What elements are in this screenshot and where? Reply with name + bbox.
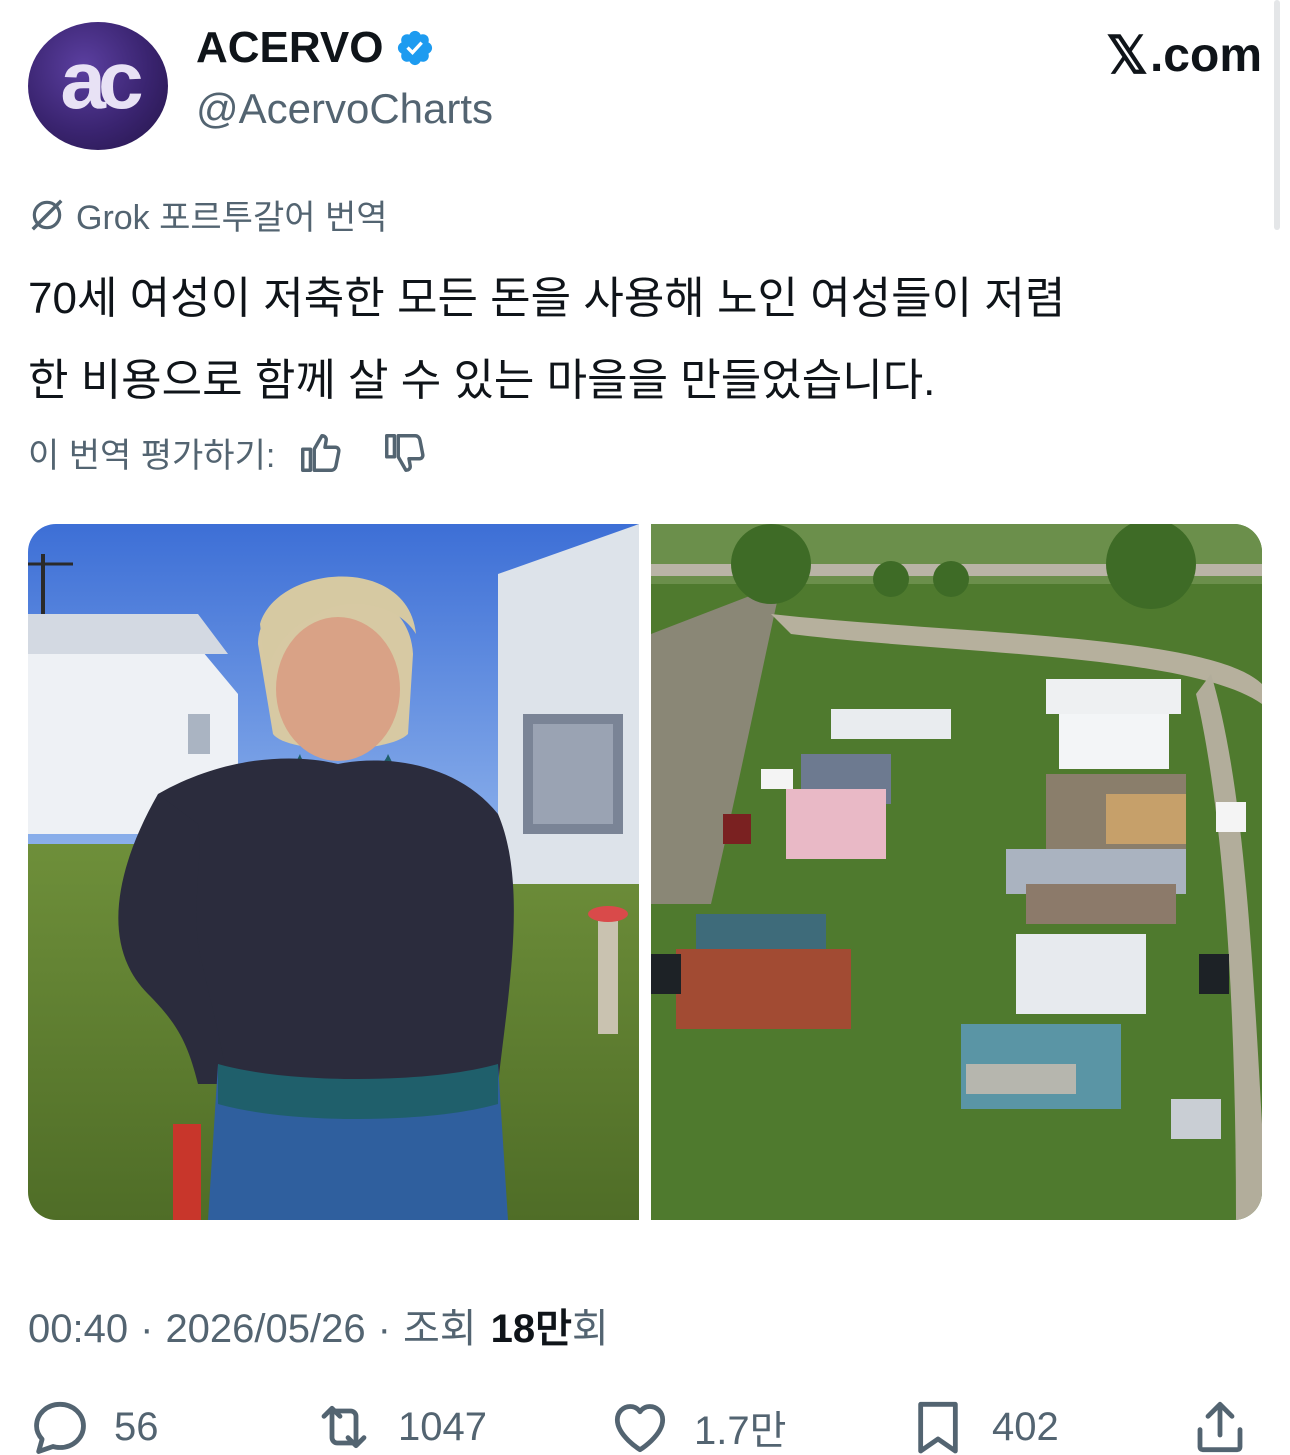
repost-count: 1047 <box>398 1404 487 1449</box>
avatar-logo-text: ac <box>60 35 143 126</box>
views-prefix: 조회 <box>402 1307 477 1351</box>
author-handle[interactable]: @AcervoCharts <box>196 88 493 130</box>
verified-badge-icon <box>398 30 433 66</box>
tiny-house-village-aerial-image <box>651 524 1262 1220</box>
tweet-actions: 56 1047 1.7만 402 <box>28 1395 1262 1455</box>
meta-separator: · <box>377 1307 391 1351</box>
reply-count: 56 <box>114 1404 159 1449</box>
brand-suffix: .com <box>1149 29 1262 82</box>
share-button[interactable] <box>1188 1395 1252 1455</box>
rate-translation-label: 이 번역 평가하기: <box>28 437 276 475</box>
share-icon <box>1197 1401 1243 1453</box>
tweet-time[interactable]: 00:40 <box>28 1307 128 1352</box>
thumbs-down-icon[interactable] <box>381 430 427 476</box>
grok-icon <box>31 199 63 230</box>
tweet-body: 70세 여성이 저축한 모든 돈을 사용해 노인 여성들이 저렴 한 비용으로 … <box>28 258 1258 422</box>
reply-button[interactable]: 56 <box>28 1395 159 1455</box>
meta-separator: · <box>140 1307 154 1351</box>
like-button[interactable]: 1.7만 <box>608 1395 786 1455</box>
views-count: 18만 <box>490 1307 572 1351</box>
repost-icon <box>321 1405 367 1449</box>
x-brand-logo: 𝕏 .com <box>1106 30 1262 82</box>
tweet-date[interactable]: 2026/05/26 <box>165 1307 365 1352</box>
author-display-name[interactable]: ACERVO <box>196 26 383 70</box>
tweet-meta: 00:40 · 2026/05/26 · 조회 18만 회 <box>28 1296 609 1354</box>
tweet-header: ac ACERVO @AcervoCharts 𝕏 .com <box>28 18 1262 152</box>
x-logo-icon: 𝕏 <box>1106 27 1148 85</box>
avatar[interactable]: ac <box>28 22 168 150</box>
reply-icon <box>34 1401 86 1454</box>
bookmark-button[interactable]: 402 <box>906 1395 1059 1455</box>
tweet-text-line-2: 한 비용으로 함께 살 수 있는 마을을 만들었습니다. <box>28 356 936 405</box>
bookmark-count: 402 <box>992 1404 1059 1449</box>
repost-button[interactable]: 1047 <box>312 1395 487 1455</box>
bookmark-icon <box>918 1401 958 1454</box>
scrollbar[interactable] <box>1274 0 1280 230</box>
rate-translation-row: 이 번역 평가하기: <box>28 428 465 477</box>
tweet-media-grid <box>28 524 1262 1220</box>
heart-icon <box>614 1404 666 1453</box>
author-name-row: ACERVO <box>196 26 435 70</box>
translation-source-label: Grok 포르투갈어 번역 <box>28 190 388 239</box>
translation-label-text: Grok 포르투갈어 번역 <box>76 199 388 237</box>
thumbs-up-icon[interactable] <box>297 430 343 476</box>
views-suffix: 회 <box>571 1307 609 1351</box>
woman-portrait-image <box>28 524 639 1220</box>
tweet-text-line-1: 70세 여성이 저축한 모든 돈을 사용해 노인 여성들이 저렴 <box>28 274 1066 323</box>
media-photo-woman[interactable] <box>28 524 639 1220</box>
like-count: 1.7만 <box>694 1409 787 1453</box>
media-photo-village-aerial[interactable] <box>651 524 1262 1220</box>
